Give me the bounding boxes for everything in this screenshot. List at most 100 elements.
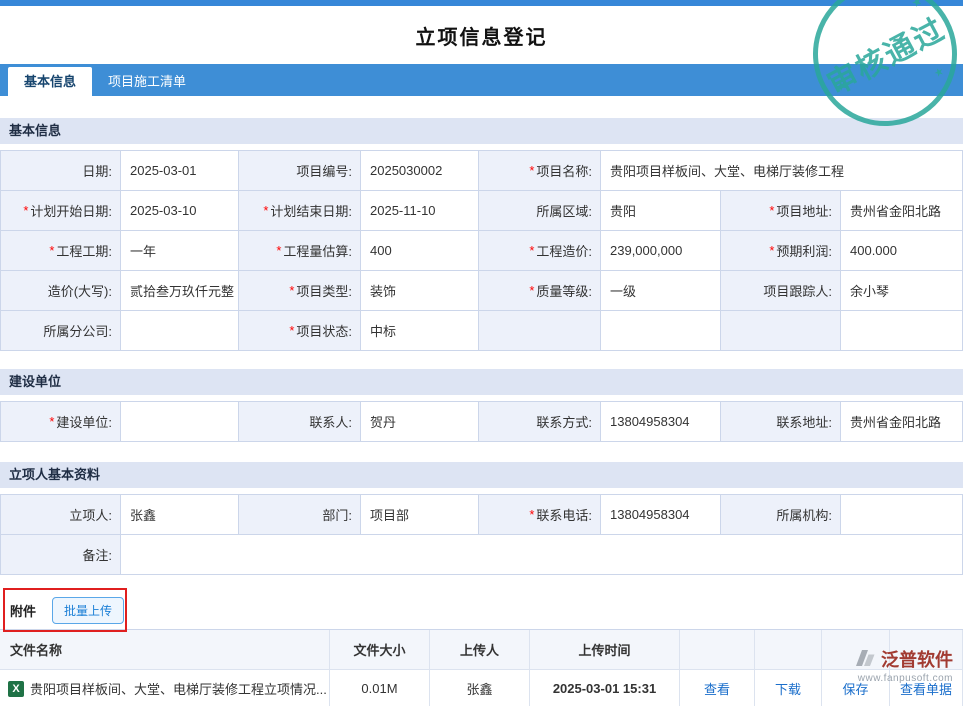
attachment-column-header: 上传人	[430, 630, 530, 670]
attachment-column-header: 上传时间	[530, 630, 680, 670]
vendor-logo-icon	[853, 648, 877, 671]
attachment-column-header	[680, 630, 755, 670]
field-label: 联系方式:	[479, 402, 601, 442]
field-label: *工程造价:	[479, 231, 601, 271]
field-value: 余小琴	[841, 271, 963, 311]
field-value: 239,000,000	[601, 231, 721, 271]
attachment-column-header: 文件名称	[0, 630, 330, 670]
field-value: 13804958304	[601, 495, 721, 535]
tab-construction-list[interactable]: 项目施工清单	[92, 67, 202, 96]
required-asterisk: *	[529, 283, 534, 298]
field-label: *工程工期:	[1, 231, 121, 271]
attachment-column-header	[755, 630, 822, 670]
field-value: 2025-03-01	[121, 151, 239, 191]
tab-basic-info[interactable]: 基本信息	[8, 67, 92, 96]
required-asterisk: *	[276, 243, 281, 258]
field-value: 2025-03-10	[121, 191, 239, 231]
required-asterisk: *	[769, 203, 774, 218]
field-value: 贵州省金阳北路	[841, 191, 963, 231]
required-asterisk: *	[289, 283, 294, 298]
field-label-text: 项目编号:	[296, 161, 352, 180]
batch-upload-button[interactable]: 批量上传	[52, 597, 124, 624]
required-asterisk: *	[529, 163, 534, 178]
field-value	[841, 495, 963, 535]
attachment-section-title: 附件	[10, 601, 36, 620]
field-label: 所属区域:	[479, 191, 601, 231]
field-value: 2025-11-10	[361, 191, 479, 231]
construction-unit-table: *建设单位:联系人:贺丹联系方式:13804958304联系地址:贵州省金阳北路	[0, 401, 963, 442]
field-label: *联系电话:	[479, 495, 601, 535]
section-header-basic-info: 基本信息	[0, 118, 963, 144]
initiator-table: 立项人:张鑫部门:项目部*联系电话:13804958304所属机构:备注:	[0, 494, 963, 575]
tab-bar: 基本信息 项目施工清单	[0, 64, 963, 96]
attachment-action-link[interactable]: 查看	[704, 679, 730, 698]
field-label-text: 计划结束日期:	[270, 201, 352, 220]
field-label-text: 造价(大写):	[48, 281, 112, 300]
field-label-text: 工程工期:	[56, 241, 112, 260]
field-label-text: 工程造价:	[536, 241, 592, 260]
attachment-action-cell: 查看	[680, 670, 755, 706]
field-label-text: 备注:	[82, 545, 112, 564]
field-label: 所属机构:	[721, 495, 841, 535]
attachment-table: 文件名称文件大小上传人上传时间X贵阳项目样板间、大堂、电梯厅装修工程立项情况..…	[0, 629, 963, 706]
field-label: 立项人:	[1, 495, 121, 535]
basic-info-table: 日期:2025-03-01项目编号:2025030002*项目名称:贵阳项目样板…	[0, 150, 963, 351]
field-label-text: 项目类型:	[296, 281, 352, 300]
field-value: 装饰	[361, 271, 479, 311]
field-label-text: 日期:	[82, 161, 112, 180]
attachment-uploader: 张鑫	[430, 670, 530, 706]
field-label: 联系地址:	[721, 402, 841, 442]
field-label: 部门:	[239, 495, 361, 535]
attachment-file-name: X贵阳项目样板间、大堂、电梯厅装修工程立项情况...	[0, 670, 330, 706]
vendor-url-text: www.fanpusoft.com	[858, 673, 953, 684]
field-value	[121, 311, 239, 351]
field-label-text: 项目跟踪人:	[763, 281, 832, 300]
field-value: 贺丹	[361, 402, 479, 442]
field-label: 项目跟踪人:	[721, 271, 841, 311]
field-label: *项目状态:	[239, 311, 361, 351]
page-title: 立项信息登记	[416, 21, 548, 50]
attachment-action-cell: 下载	[755, 670, 822, 706]
field-value	[121, 402, 239, 442]
field-label: 联系人:	[239, 402, 361, 442]
vendor-watermark: 泛普软件 www.fanpusoft.com	[853, 646, 953, 684]
title-bar: 立项信息登记	[0, 6, 963, 64]
field-value: 400.000	[841, 231, 963, 271]
vendor-brand-text: 泛普软件	[881, 646, 953, 672]
field-label-text: 工程量估算:	[283, 241, 352, 260]
required-asterisk: *	[49, 414, 54, 429]
field-label-text: 项目名称:	[536, 161, 592, 180]
field-label: 备注:	[1, 535, 121, 575]
field-label: *质量等级:	[479, 271, 601, 311]
required-asterisk: *	[49, 243, 54, 258]
required-asterisk: *	[769, 243, 774, 258]
field-label: *项目名称:	[479, 151, 601, 191]
field-value	[601, 311, 721, 351]
section-header-initiator: 立项人基本资料	[0, 462, 963, 488]
field-label	[721, 311, 841, 351]
field-label: *计划结束日期:	[239, 191, 361, 231]
field-value	[841, 311, 963, 351]
field-label: 所属分公司:	[1, 311, 121, 351]
field-label: *项目类型:	[239, 271, 361, 311]
field-label: 日期:	[1, 151, 121, 191]
field-value: 2025030002	[361, 151, 479, 191]
required-asterisk: *	[23, 203, 28, 218]
field-value: 张鑫	[121, 495, 239, 535]
field-label-text: 计划开始日期:	[30, 201, 112, 220]
field-label-text: 所属区域:	[536, 201, 592, 220]
attachment-action-link[interactable]: 下载	[775, 679, 801, 698]
field-label-text: 部门:	[322, 505, 352, 524]
field-value: 贵阳	[601, 191, 721, 231]
required-asterisk: *	[263, 203, 268, 218]
attachment-upload-time: 2025-03-01 15:31	[530, 670, 680, 706]
field-label: *项目地址:	[721, 191, 841, 231]
field-label-text: 项目地址:	[776, 201, 832, 220]
field-label-text: 所属分公司:	[43, 321, 112, 340]
field-value: 贰拾叁万玖仟元整	[121, 271, 239, 311]
field-label-text: 预期利润:	[776, 241, 832, 260]
field-value: 一年	[121, 231, 239, 271]
attachment-toolbar: 附件 批量上传	[0, 591, 963, 629]
field-label-text: 建设单位:	[56, 412, 112, 431]
field-label-text: 联系地址:	[776, 412, 832, 431]
